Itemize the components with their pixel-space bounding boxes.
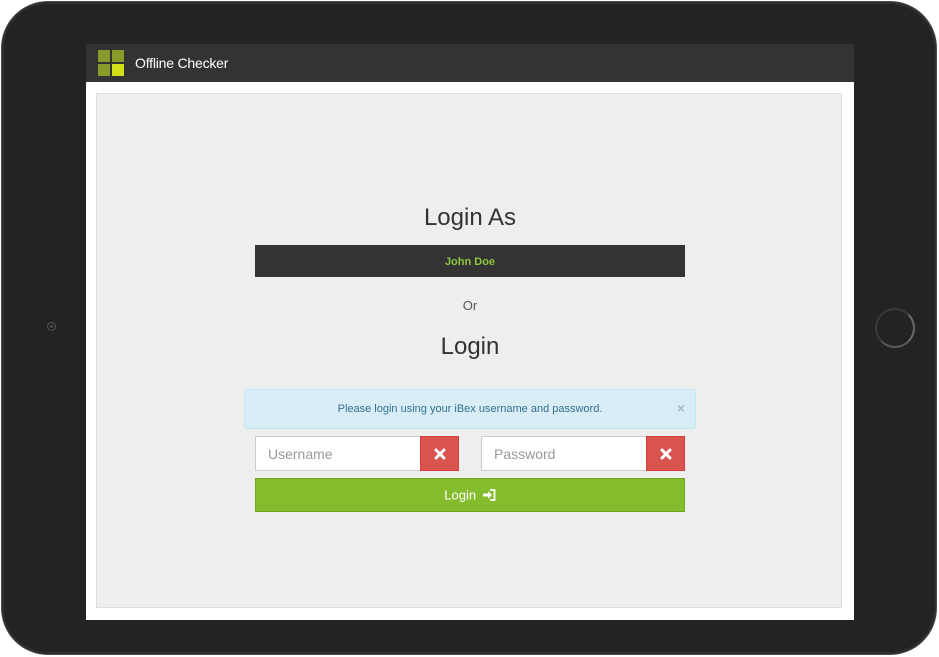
user-john-doe-button[interactable]: John Doe (255, 245, 685, 277)
login-as-heading: Login As (423, 204, 517, 231)
camera-icon (47, 322, 56, 331)
app-logo-icon[interactable] (98, 50, 124, 76)
sign-in-icon (482, 488, 496, 501)
app-title[interactable]: Offline Checker (135, 55, 228, 71)
alert-message: Please login using your iBex username an… (337, 403, 603, 415)
times-icon (434, 448, 446, 460)
login-heading: Login (440, 333, 500, 360)
navbar: Offline Checker (86, 44, 854, 82)
username-input[interactable] (255, 436, 420, 471)
alert-close-icon[interactable]: × (677, 390, 685, 426)
info-alert: Please login using your iBex username an… (244, 389, 696, 429)
password-input-group (481, 436, 685, 471)
app-screen: Offline Checker Login As John Doe Or Log… (86, 44, 854, 620)
or-separator: Or (462, 298, 478, 313)
login-button-label: Login (444, 487, 477, 503)
login-panel: Login As John Doe Or Login Please login … (96, 93, 842, 608)
clear-username-button[interactable] (420, 436, 459, 471)
username-input-group (255, 436, 459, 471)
clear-password-button[interactable] (646, 436, 685, 471)
login-button[interactable]: Login (255, 478, 685, 512)
home-button[interactable] (875, 308, 915, 348)
tablet-frame: Offline Checker Login As John Doe Or Log… (2, 2, 936, 654)
times-icon (660, 448, 672, 460)
password-input[interactable] (481, 436, 646, 471)
